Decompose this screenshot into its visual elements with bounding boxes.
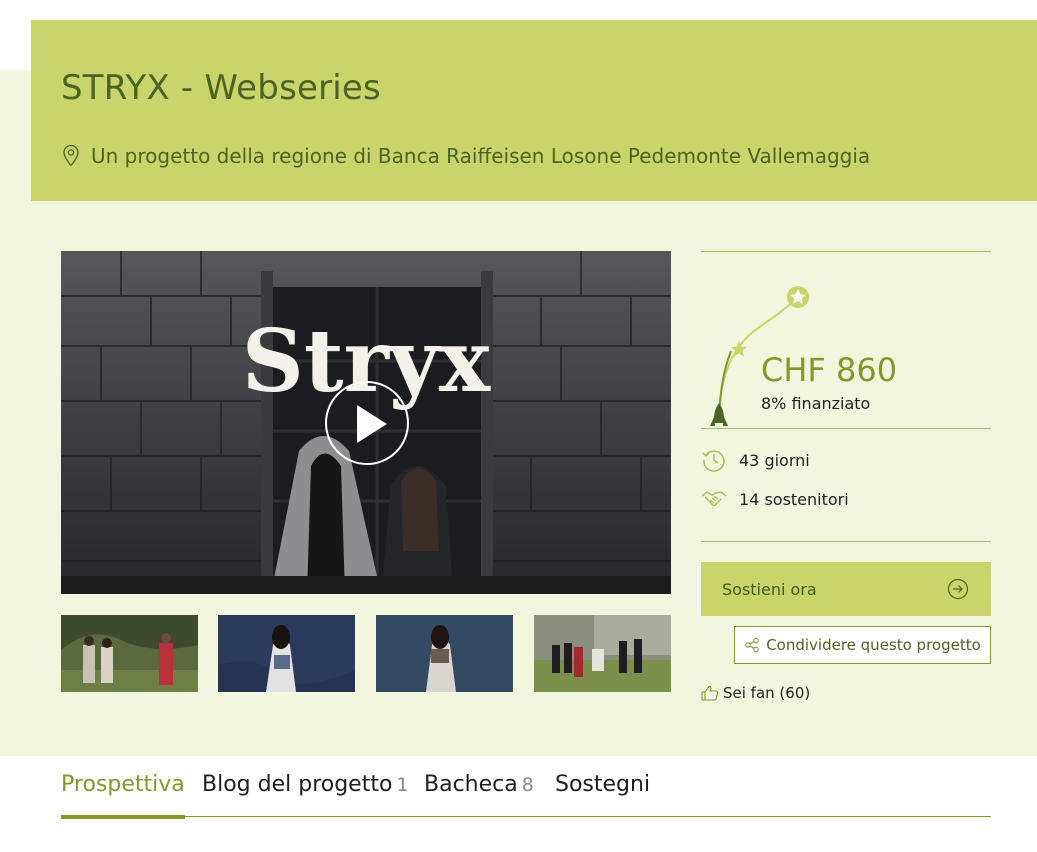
- gallery-thumbnail-4[interactable]: [534, 615, 671, 692]
- share-project-button[interactable]: Condividere questo progetto: [734, 626, 991, 664]
- gallery-thumbnail-3[interactable]: [376, 615, 513, 692]
- tab-prospettiva[interactable]: Prospettiva: [61, 772, 185, 819]
- funding-amount: CHF 860: [761, 351, 898, 389]
- supporters-text: 14 sostenitori: [739, 489, 849, 509]
- tab-count: 8: [521, 774, 534, 796]
- tab-label: Blog del progetto: [202, 772, 393, 797]
- project-header: STRYX - Webseries Un progetto della regi…: [31, 20, 1037, 201]
- tabs-underline: [61, 816, 991, 817]
- tab-label: Sostegni: [555, 772, 651, 797]
- gallery-thumbnail-1[interactable]: [61, 615, 198, 692]
- share-label: Condividere questo progetto: [766, 636, 981, 654]
- fan-label: Sei fan (60): [723, 684, 811, 702]
- supporters-stat: 14 sostenitori: [701, 488, 849, 510]
- tab-label: Prospettiva: [61, 772, 185, 797]
- tab-label: Bacheca: [424, 772, 518, 797]
- share-icon: [745, 637, 759, 653]
- play-button[interactable]: [325, 381, 409, 465]
- project-video[interactable]: Stryx: [61, 251, 671, 594]
- days-left-text: 43 giorni: [739, 450, 810, 470]
- days-left-stat: 43 giorni: [701, 447, 810, 473]
- project-title: STRYX - Webseries: [61, 68, 381, 108]
- support-now-label: Sostieni ora: [722, 579, 817, 599]
- thumbs-up-icon: [701, 685, 719, 701]
- fan-button[interactable]: Sei fan (60): [701, 684, 810, 702]
- region-text: Un progetto della regione di Banca Raiff…: [91, 144, 871, 168]
- gallery-thumbnail-2[interactable]: [218, 615, 355, 692]
- location-pin-icon: [63, 144, 79, 167]
- tab-bacheca[interactable]: Bacheca 8: [424, 772, 534, 797]
- divider: [701, 428, 991, 429]
- support-now-button[interactable]: Sostieni ora: [701, 562, 991, 616]
- project-tabs: Prospettiva Blog del progetto 1 Bacheca 8 …: [61, 770, 991, 819]
- tab-sostegni[interactable]: Sostegni: [555, 772, 650, 797]
- divider: [701, 251, 991, 252]
- divider: [701, 541, 991, 542]
- clock-history-icon: [702, 450, 725, 472]
- tab-blog-del-progetto[interactable]: Blog del progetto 1: [202, 772, 409, 797]
- funded-percentage: 8% finanziato: [761, 394, 871, 413]
- gallery-thumbnails: [61, 615, 671, 692]
- project-region: Un progetto della regione di Banca Raiff…: [61, 144, 870, 168]
- tab-count: 1: [396, 774, 409, 796]
- handshake-icon: [701, 491, 727, 507]
- arrow-circle-right-icon: [947, 578, 969, 600]
- rocket-icon: [713, 403, 725, 423]
